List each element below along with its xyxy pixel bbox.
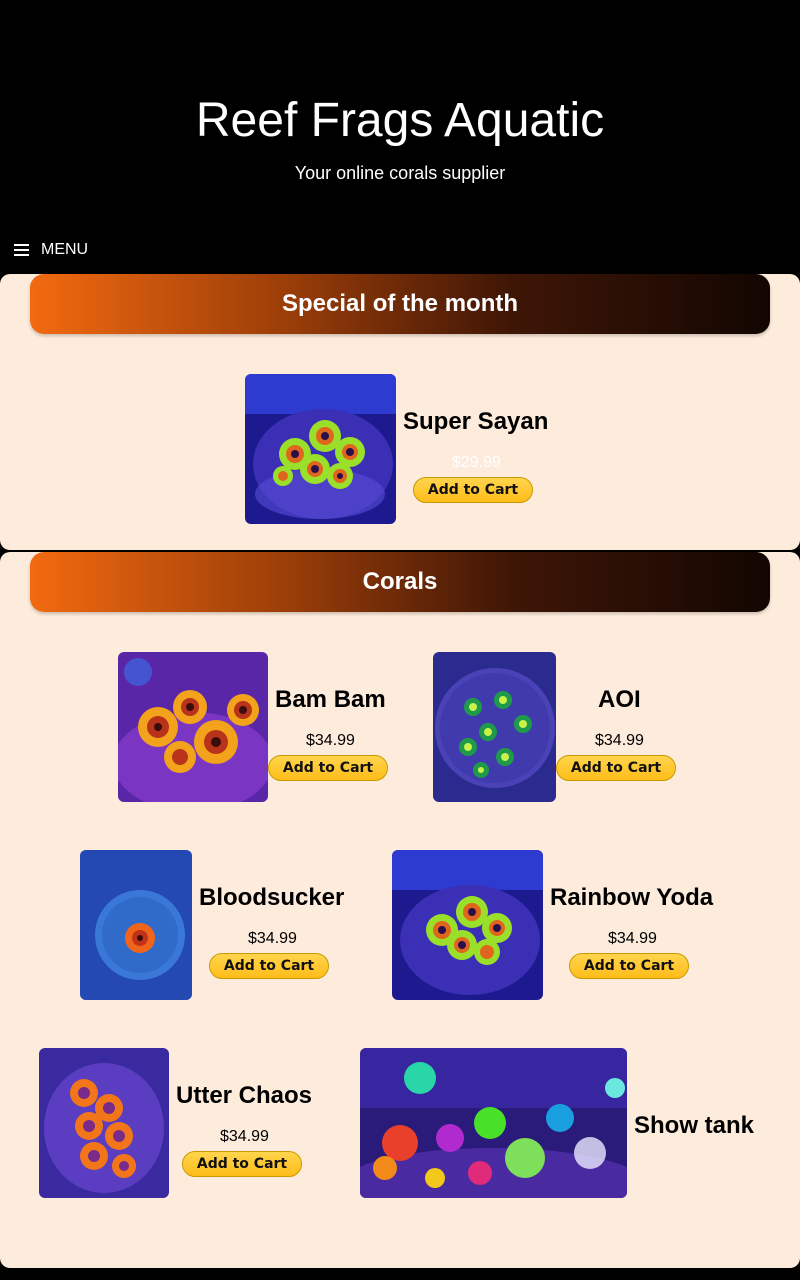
product-image-bloodsucker[interactable] <box>80 850 192 1000</box>
footer-bar <box>0 1270 800 1280</box>
product-price: $34.99 <box>595 732 644 749</box>
product-price: $29.99 <box>452 454 501 471</box>
product-price: $34.99 <box>248 930 297 947</box>
corals-section: Corals Bam Bam $34.99 Add to Cart AOI $3… <box>0 552 800 1268</box>
hamburger-icon <box>14 244 29 256</box>
product-price: $34.99 <box>608 930 657 947</box>
special-banner: Special of the month <box>30 274 770 334</box>
menu-toggle-button[interactable]: MENU <box>14 238 88 262</box>
menu-label: MENU <box>41 241 89 258</box>
product-name: Show tank <box>634 1112 755 1139</box>
product-image-utter-chaos[interactable] <box>39 1048 169 1198</box>
product-image-super-sayan[interactable] <box>245 374 396 524</box>
product-image-aoi[interactable] <box>433 652 556 802</box>
product-name: Bam Bam <box>275 686 386 713</box>
show-tank-image[interactable] <box>360 1048 627 1198</box>
product-image-bam-bam[interactable] <box>118 652 268 802</box>
add-to-cart-button[interactable]: Add to Cart <box>182 1151 302 1177</box>
site-tagline: Your online corals supplier <box>294 163 506 183</box>
product-name: Bloodsucker <box>199 884 345 911</box>
product-image-rainbow-yoda[interactable] <box>392 850 543 1000</box>
corals-banner: Corals <box>30 552 770 612</box>
product-name: Rainbow Yoda <box>550 884 714 911</box>
site-header: Reef Frags Aquatic Your online corals su… <box>0 0 800 272</box>
add-to-cart-button[interactable]: Add to Cart <box>209 953 329 979</box>
product-name: AOI <box>598 686 641 713</box>
site-title[interactable]: Reef Frags Aquatic <box>0 92 800 150</box>
product-price: $34.99 <box>220 1128 269 1145</box>
add-to-cart-button[interactable]: Add to Cart <box>556 755 676 781</box>
product-name: Super Sayan <box>403 408 549 435</box>
product-name: Utter Chaos <box>176 1082 313 1109</box>
add-to-cart-button[interactable]: Add to Cart <box>413 477 533 503</box>
add-to-cart-button[interactable]: Add to Cart <box>268 755 388 781</box>
special-section: Special of the month Super Sayan $29.99 <box>0 274 800 550</box>
product-price: $34.99 <box>306 732 355 749</box>
add-to-cart-button[interactable]: Add to Cart <box>569 953 689 979</box>
